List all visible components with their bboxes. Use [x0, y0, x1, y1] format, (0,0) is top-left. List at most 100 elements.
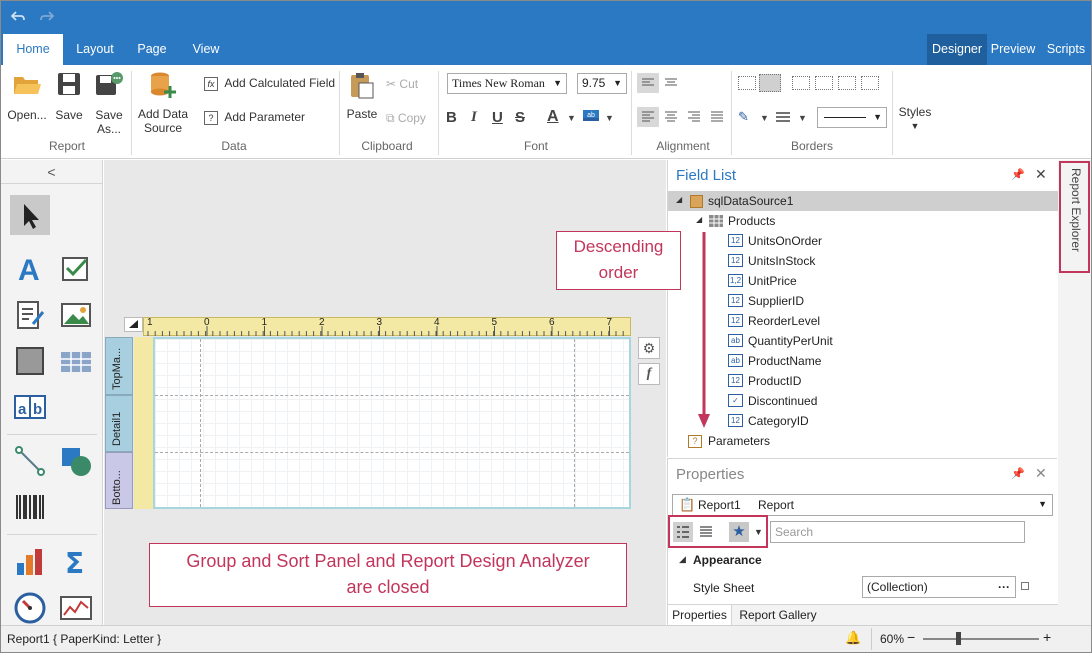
- border-right-icon[interactable]: [838, 76, 856, 90]
- checkbox-tool-icon[interactable]: [59, 252, 93, 286]
- shape-tool-icon[interactable]: [59, 444, 93, 478]
- character-comb-tool-icon[interactable]: ab: [13, 390, 47, 424]
- zoom-slider-thumb[interactable]: [955, 632, 961, 645]
- border-all-icon[interactable]: [759, 74, 781, 92]
- back-color-icon[interactable]: ab: [583, 110, 599, 121]
- tree-item-products[interactable]: Products: [728, 211, 775, 231]
- bold-button[interactable]: B: [446, 109, 457, 126]
- border-color-icon[interactable]: ✎: [738, 109, 749, 125]
- rich-text-tool-icon[interactable]: [13, 298, 47, 332]
- align-top-center-icon[interactable]: [664, 77, 678, 89]
- field-item[interactable]: ✓ Discontinued: [728, 391, 817, 411]
- table-tool-icon[interactable]: [59, 344, 93, 378]
- border-width-icon[interactable]: [775, 111, 791, 123]
- pointer-tool[interactable]: [10, 195, 50, 235]
- save-as-button[interactable]: Save As...: [90, 71, 128, 136]
- chevron-down-icon[interactable]: ▼: [567, 113, 576, 123]
- tab-home[interactable]: Home: [3, 34, 63, 65]
- field-item[interactable]: 12 ProductID: [728, 371, 801, 391]
- border-left-icon[interactable]: [792, 76, 810, 90]
- add-parameter-button[interactable]: ? Add Parameter: [204, 110, 305, 125]
- property-style-sheet-value[interactable]: (Collection) ···: [862, 576, 1016, 598]
- field-item[interactable]: 12 UnitsInStock: [728, 251, 815, 271]
- search-input[interactable]: Search: [770, 521, 1025, 543]
- save-button[interactable]: Save: [51, 71, 87, 122]
- open-button[interactable]: Open...: [7, 71, 47, 122]
- band-toggle-button[interactable]: [124, 317, 143, 332]
- font-name-combo[interactable]: Times New Roman ▼: [447, 73, 567, 94]
- chevron-down-icon[interactable]: ▼: [760, 113, 769, 123]
- undo-icon[interactable]: [10, 10, 26, 24]
- expression-button[interactable]: f: [638, 363, 660, 385]
- toolbox-collapse-button[interactable]: <: [1, 160, 102, 184]
- tab-page[interactable]: Page: [127, 34, 177, 65]
- border-none-icon[interactable]: [738, 76, 756, 90]
- align-right-icon[interactable]: [687, 111, 701, 123]
- chevron-down-icon[interactable]: ▼: [605, 113, 614, 123]
- tree-item-parameters[interactable]: Parameters: [708, 431, 770, 451]
- border-bottom-icon[interactable]: [861, 76, 879, 90]
- gauge-tool-icon[interactable]: [13, 591, 47, 625]
- field-item[interactable]: 1,2 UnitPrice: [728, 271, 797, 291]
- reset-checkbox[interactable]: [1021, 582, 1029, 590]
- zoom-slider-track[interactable]: [923, 638, 1039, 640]
- tab-report-gallery[interactable]: Report Gallery: [734, 605, 822, 627]
- field-item[interactable]: 12 UnitsOnOrder: [728, 231, 822, 251]
- paste-button[interactable]: Paste: [344, 71, 380, 121]
- border-dash-combo[interactable]: ▼: [817, 107, 887, 128]
- field-item[interactable]: ab ProductName: [728, 351, 821, 371]
- font-size-combo[interactable]: 9.75 ▼: [577, 73, 627, 94]
- zoom-in-button[interactable]: +: [1043, 629, 1051, 645]
- gear-icon[interactable]: ⚙: [638, 337, 660, 359]
- summary-sigma-icon[interactable]: Σ: [59, 545, 93, 579]
- chevron-down-icon[interactable]: ▼: [798, 113, 807, 123]
- add-data-source-button[interactable]: Add Data Source: [135, 71, 191, 135]
- align-center-icon[interactable]: [664, 111, 678, 123]
- italic-button[interactable]: I: [471, 109, 477, 126]
- report-explorer-tab[interactable]: Report Explorer: [1059, 161, 1090, 273]
- field-item[interactable]: 12 SupplierID: [728, 291, 804, 311]
- strikethrough-button[interactable]: S: [515, 109, 525, 126]
- align-justify-icon[interactable]: [710, 111, 724, 123]
- band-detail[interactable]: Detail1: [105, 395, 133, 452]
- close-icon[interactable]: ✕: [1035, 465, 1047, 482]
- object-selector[interactable]: 📋 Report1 Report ▼: [672, 494, 1053, 516]
- band-top-margin[interactable]: TopMa...: [105, 337, 133, 395]
- field-item[interactable]: 12 ReorderLevel: [728, 311, 820, 331]
- line-tool-icon[interactable]: [13, 444, 47, 478]
- pin-icon[interactable]: 📌: [1011, 467, 1025, 480]
- collapse-triangle-icon[interactable]: ◢: [679, 554, 686, 565]
- report-page[interactable]: [153, 337, 631, 509]
- border-top-icon[interactable]: [815, 76, 833, 90]
- tab-view[interactable]: View: [181, 34, 231, 65]
- expand-triangle-icon[interactable]: ◢: [676, 195, 682, 204]
- pin-icon[interactable]: 📌: [1011, 168, 1025, 181]
- add-calculated-field-button[interactable]: fx Add Calculated Field: [204, 76, 335, 91]
- field-item[interactable]: ab QuantityPerUnit: [728, 331, 833, 351]
- cut-button[interactable]: ✂ Cut: [386, 77, 418, 91]
- band-bottom-margin[interactable]: Botto...: [105, 452, 133, 509]
- tab-preview[interactable]: Preview: [987, 34, 1039, 65]
- picture-box-tool-icon[interactable]: [59, 298, 93, 332]
- fore-color-button[interactable]: A: [547, 108, 559, 126]
- close-icon[interactable]: ✕: [1035, 166, 1047, 183]
- styles-button[interactable]: Styles ▼: [895, 105, 935, 133]
- chart-tool-icon[interactable]: [13, 545, 47, 579]
- tree-item-datasource[interactable]: sqlDataSource1: [708, 191, 793, 211]
- bell-icon[interactable]: 🔔: [845, 630, 861, 646]
- barcode-tool-icon[interactable]: [13, 490, 47, 524]
- panel-tool-icon[interactable]: [13, 344, 47, 378]
- category-appearance[interactable]: Appearance: [693, 553, 762, 567]
- zoom-out-button[interactable]: −: [907, 629, 915, 645]
- sparkline-tool-icon[interactable]: [59, 591, 93, 625]
- copy-button[interactable]: ⧉ Copy: [386, 111, 426, 125]
- expand-triangle-icon[interactable]: ◢: [696, 215, 702, 224]
- tab-scripts[interactable]: Scripts: [1041, 34, 1091, 65]
- ellipsis-button[interactable]: ···: [998, 577, 1010, 597]
- tab-properties[interactable]: Properties: [668, 605, 732, 627]
- label-tool-icon[interactable]: A: [13, 252, 47, 286]
- tab-designer[interactable]: Designer: [927, 34, 987, 65]
- field-item[interactable]: 12 CategoryID: [728, 411, 809, 431]
- tab-layout[interactable]: Layout: [67, 34, 123, 65]
- redo-icon[interactable]: [39, 10, 55, 24]
